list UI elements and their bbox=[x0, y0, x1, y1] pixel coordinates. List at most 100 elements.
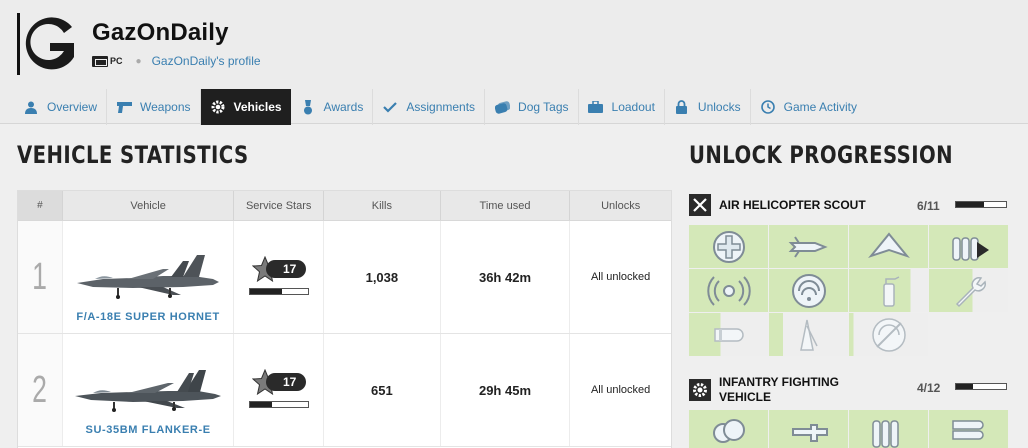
platform-label: PC bbox=[110, 56, 123, 66]
kills-value: 1,038 bbox=[365, 269, 399, 285]
column-header-unlocks[interactable]: Unlocks bbox=[570, 191, 671, 220]
time-cell: 29h 45m bbox=[441, 334, 571, 446]
kills-cell: 651 bbox=[324, 334, 441, 446]
gear-icon bbox=[210, 99, 226, 115]
unlock-slot[interactable] bbox=[769, 313, 848, 356]
unlock-count: 4/12 bbox=[917, 381, 941, 395]
separator-dot: ● bbox=[135, 55, 142, 67]
progress-fill bbox=[956, 202, 984, 207]
vehicle-name-link[interactable]: F/A-18E SUPER HORNET bbox=[76, 311, 219, 323]
medal-icon bbox=[300, 99, 316, 115]
unlock-group-label: INFANTRY FIGHTING VEHICLE bbox=[719, 375, 839, 405]
unlock-slot[interactable] bbox=[689, 225, 768, 268]
tab-label: Assignments bbox=[406, 100, 476, 114]
pc-icon bbox=[92, 55, 108, 67]
unlock-progress-bar bbox=[955, 383, 1007, 390]
unlock-slot[interactable] bbox=[929, 410, 1008, 448]
username: GazOnDaily bbox=[92, 19, 229, 46]
rank-number: 1 bbox=[32, 255, 48, 298]
column-header-service-stars[interactable]: Service Stars bbox=[234, 191, 325, 220]
column-header-rank[interactable]: # bbox=[18, 191, 63, 220]
stealth-wing-icon bbox=[867, 231, 910, 258]
tab-overview[interactable]: Overview bbox=[14, 89, 108, 125]
unlock-group-label: AIR HELICOPTER SCOUT bbox=[719, 197, 866, 212]
unlock-slot[interactable] bbox=[849, 313, 928, 356]
kills-cell: 1,038 bbox=[324, 221, 441, 333]
gear-icon bbox=[689, 379, 711, 401]
unlock-group-header[interactable]: INFANTRY FIGHTING VEHICLE bbox=[689, 375, 1009, 405]
table-header: # Vehicle Service Stars Kills Time used … bbox=[18, 191, 671, 221]
unlock-slot[interactable] bbox=[849, 225, 928, 268]
unlock-slot[interactable] bbox=[769, 410, 848, 448]
label-line: VEHICLE bbox=[719, 390, 772, 404]
tab-label: Game Activity bbox=[783, 100, 857, 114]
column-header-time-used[interactable]: Time used bbox=[441, 191, 571, 220]
unlock-slot[interactable] bbox=[929, 225, 1008, 268]
unlock-grid bbox=[689, 410, 1008, 448]
service-star-progress bbox=[248, 287, 309, 295]
disabled-radar-icon bbox=[871, 317, 906, 352]
tab-loadout[interactable]: Loadout bbox=[579, 89, 665, 125]
tab-label: Dog Tags bbox=[518, 100, 569, 114]
round-icon bbox=[713, 327, 744, 342]
progress-fill bbox=[249, 401, 272, 407]
unlock-grid bbox=[689, 225, 1008, 356]
tab-vehicles[interactable]: Vehicles bbox=[200, 89, 291, 125]
profile-header: GazOnDaily PC ● GazOnDaily's profile Ove… bbox=[0, 0, 1028, 125]
unlock-slot[interactable] bbox=[689, 410, 768, 448]
unlock-slot[interactable] bbox=[849, 269, 928, 312]
medic-cross-icon bbox=[712, 230, 745, 263]
unlock-slot[interactable] bbox=[689, 313, 768, 356]
wrench-icon bbox=[955, 276, 986, 307]
unlock-slot[interactable] bbox=[849, 410, 928, 448]
tab-awards[interactable]: Awards bbox=[291, 89, 374, 125]
unlock-slot[interactable] bbox=[689, 269, 768, 312]
platform-badge: PC bbox=[92, 55, 123, 67]
vehicle-cell: F/A-18E SUPER HORNET bbox=[63, 221, 235, 333]
ammo-icon bbox=[871, 419, 899, 448]
vehicle-name-link[interactable]: SU-35BM FLANKER-E bbox=[86, 424, 211, 436]
kills-value: 651 bbox=[371, 382, 393, 398]
unlocks-cell: All unlocked bbox=[570, 334, 671, 446]
profile-nav: Overview Weapons Vehicles Awards Assignm… bbox=[14, 89, 866, 125]
unlock-slot[interactable] bbox=[769, 269, 848, 312]
time-cell: 36h 42m bbox=[441, 221, 571, 333]
service-stars-cell: 17 bbox=[234, 334, 325, 446]
tab-weapons[interactable]: Weapons bbox=[107, 89, 201, 125]
unlocks-cell: All unlocked bbox=[570, 221, 671, 333]
table-row[interactable]: 2 SU-35BM FLANKER-E 17 651 29h 45m All u… bbox=[18, 334, 671, 447]
tab-dog-tags[interactable]: Dog Tags bbox=[485, 89, 579, 125]
unlock-slot[interactable] bbox=[929, 269, 1008, 312]
tab-label: Awards bbox=[323, 100, 364, 114]
crossed-out-icon bbox=[689, 194, 711, 216]
profile-link[interactable]: GazOnDaily's profile bbox=[152, 54, 261, 68]
rank-cell: 1 bbox=[18, 221, 63, 333]
table-row[interactable]: 1 F/A-18E SUPER HORNET 17 1,038 36h 42m bbox=[18, 221, 671, 334]
smoke-icon bbox=[712, 418, 745, 443]
tab-label: Loadout bbox=[611, 100, 655, 114]
vehicle-cell: SU-35BM FLANKER-E bbox=[63, 334, 235, 446]
service-star-badge: 17 bbox=[251, 368, 306, 395]
tab-unlocks[interactable]: Unlocks bbox=[665, 89, 751, 125]
unlock-progress-bar bbox=[955, 201, 1007, 208]
unlocks-value: All unlocked bbox=[590, 384, 651, 396]
unlock-progression-title: UNLOCK PROGRESSION bbox=[689, 141, 953, 169]
tab-assignments[interactable]: Assignments bbox=[373, 89, 486, 125]
briefcase-icon bbox=[588, 99, 604, 115]
vehicle-statistics-title: VEHICLE STATISTICS bbox=[17, 141, 249, 169]
unlock-slot[interactable] bbox=[769, 225, 848, 268]
column-header-vehicle[interactable]: Vehicle bbox=[63, 191, 235, 220]
profile-emblem-icon bbox=[17, 13, 74, 75]
profile-subline: PC ● GazOnDaily's profile bbox=[92, 54, 261, 68]
label-line: INFANTRY FIGHTING bbox=[719, 375, 839, 389]
time-value: 29h 45m bbox=[478, 382, 532, 398]
column-header-kills[interactable]: Kills bbox=[324, 191, 441, 220]
rank-number: 2 bbox=[32, 368, 48, 411]
clock-icon bbox=[760, 99, 776, 115]
lock-icon bbox=[674, 99, 690, 115]
tab-label: Vehicles bbox=[233, 100, 282, 114]
flare-icon bbox=[799, 319, 818, 351]
tab-label: Unlocks bbox=[697, 100, 741, 114]
tab-game-activity[interactable]: Game Activity bbox=[751, 89, 866, 125]
unlocks-value: All unlocked bbox=[590, 271, 651, 283]
